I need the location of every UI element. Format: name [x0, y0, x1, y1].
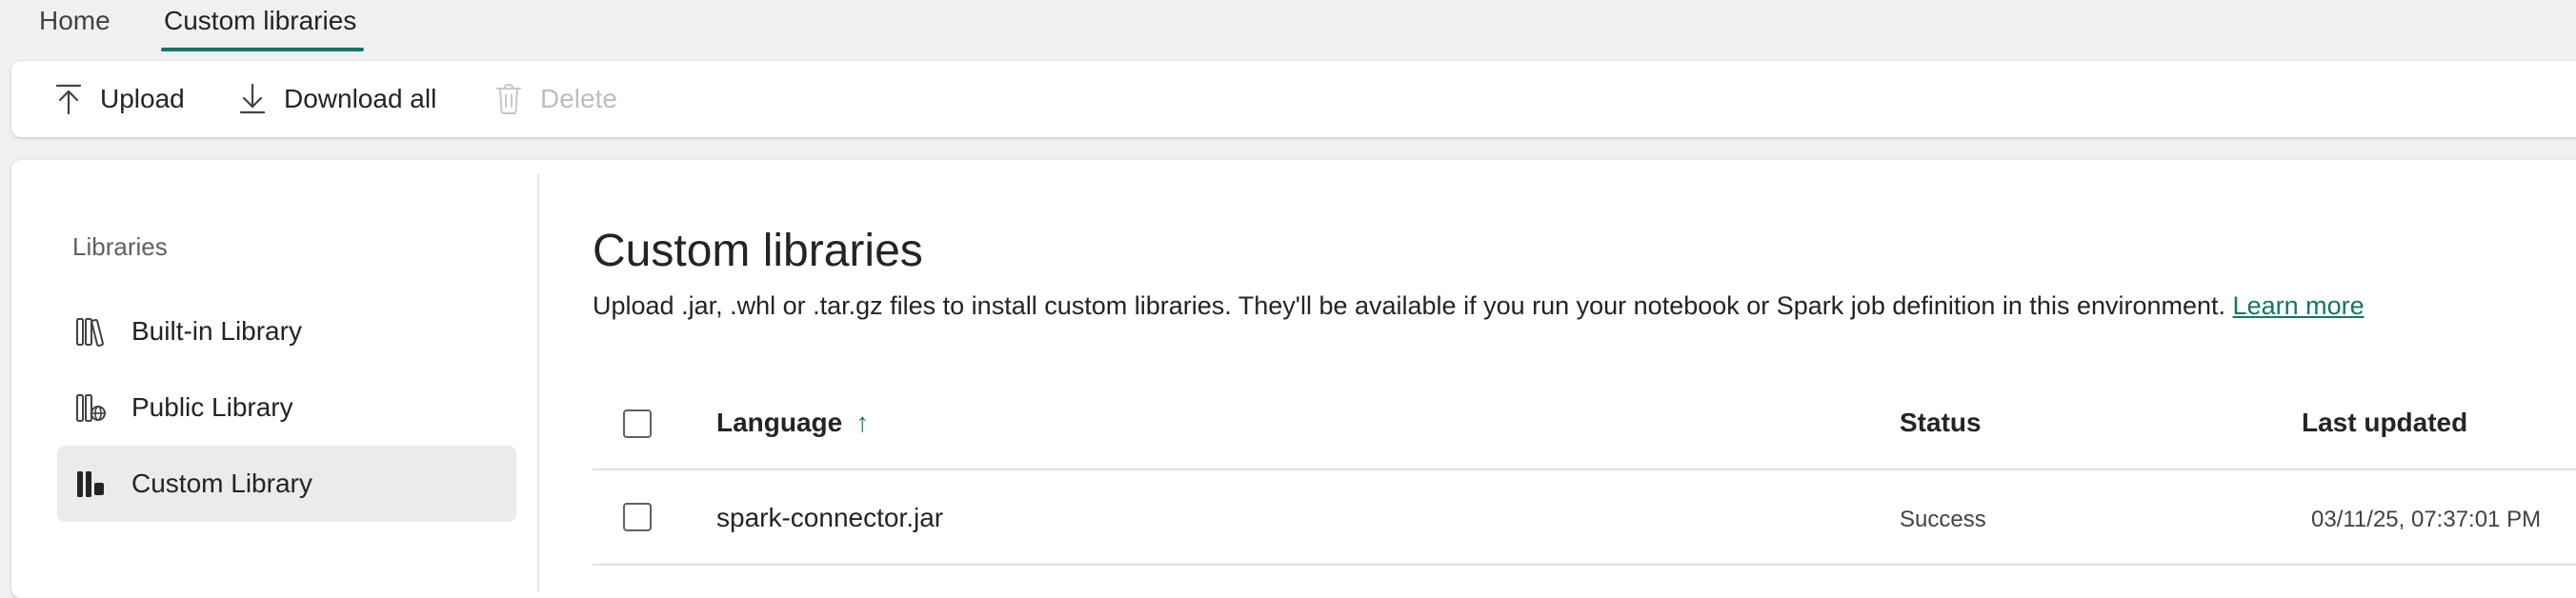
tab-bar: Home Custom libraries: [0, 0, 2576, 53]
active-tab-indicator: [161, 48, 364, 51]
upload-label: Upload: [100, 84, 185, 113]
page-description: Upload .jar, .whl or .tar.gz files to in…: [593, 291, 2365, 321]
sidebar-item-label: Built-in Library: [131, 316, 302, 346]
sidebar-item-public-library[interactable]: Public Library: [57, 369, 516, 446]
sidebar-divider: [537, 173, 539, 592]
delete-label: Delete: [540, 84, 617, 113]
sidebar-item-label: Custom Library: [131, 468, 312, 498]
last-updated-text: 03/11/25, 07:37:01 PM: [2311, 507, 2542, 532]
tab-custom-libraries[interactable]: Custom libraries: [164, 6, 356, 36]
learn-more-link[interactable]: Learn more: [2233, 291, 2365, 320]
status-text: Success: [1900, 507, 1986, 532]
select-all-checkbox[interactable]: [623, 409, 652, 438]
table-header-row: Language ↑ Status Last updated: [593, 379, 2576, 470]
column-header-language[interactable]: Language ↑: [716, 408, 869, 438]
download-icon: [239, 83, 266, 114]
upload-icon: [55, 84, 82, 115]
tab-home[interactable]: Home: [39, 6, 111, 36]
table-row[interactable]: spark-connector.jar Success 03/11/25, 07…: [593, 470, 2576, 566]
download-all-label: Download all: [284, 84, 437, 113]
column-label: Language: [716, 408, 843, 437]
column-header-last-updated[interactable]: Last updated: [2302, 408, 2467, 438]
page-title: Custom libraries: [593, 226, 923, 276]
row-checkbox[interactable]: [623, 503, 652, 531]
column-header-status[interactable]: Status: [1900, 408, 1982, 438]
sidebar-heading: Libraries: [72, 232, 168, 261]
toolbar: Upload Download all Delete: [11, 61, 2576, 137]
public-books-icon: [74, 391, 120, 424]
sidebar-item-label: Public Library: [131, 392, 293, 422]
description-text: Upload .jar, .whl or .tar.gz files to in…: [593, 291, 2226, 320]
trash-icon: [496, 83, 521, 114]
main-panel: Libraries Built-in Library Public Librar…: [11, 160, 2576, 598]
sort-ascending-icon: ↑: [855, 408, 870, 437]
sidebar-item-built-in-library[interactable]: Built-in Library: [57, 293, 516, 369]
books-icon: [74, 315, 120, 348]
sidebar-item-custom-library[interactable]: Custom Library: [57, 446, 516, 522]
custom-books-icon: [74, 468, 120, 500]
library-name: spark-connector.jar: [716, 503, 944, 532]
download-all-button[interactable]: Download all: [238, 61, 436, 137]
delete-button[interactable]: Delete: [494, 61, 617, 137]
upload-button[interactable]: Upload: [54, 61, 185, 137]
